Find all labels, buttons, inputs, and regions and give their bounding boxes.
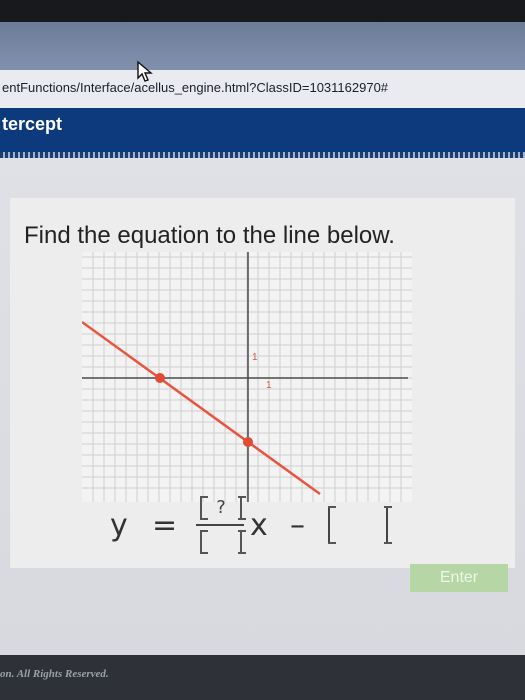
bracket-cap [238, 518, 246, 520]
x-axis-unit-label: 1 [266, 380, 272, 391]
enter-button[interactable]: Enter [410, 564, 508, 592]
equation-variable: x [250, 508, 268, 543]
bracket-cap [200, 530, 208, 532]
footer-copyright: on. All Rights Reserved. [0, 668, 109, 680]
bracket-cap [328, 542, 336, 544]
address-bar-url: entFunctions/Interface/acellus_engine.ht… [2, 80, 389, 95]
bracket-cap [200, 552, 208, 554]
equation-equals: = [152, 508, 178, 543]
coordinate-graph: 1 1 [82, 252, 412, 502]
question-prompt: Find the equation to the line below. [24, 222, 395, 249]
y-axis-unit-label: 1 [252, 352, 258, 363]
slope-numerator-input[interactable]: ? [200, 496, 246, 520]
screen-bezel [0, 0, 525, 22]
x-intercept-point [155, 373, 165, 383]
equation-operator: – [290, 508, 305, 543]
page-title: tercept [2, 114, 63, 134]
slope-fraction: ? [196, 496, 246, 556]
browser-chrome [0, 22, 525, 70]
intercept-input[interactable] [328, 506, 392, 544]
y-intercept-point [243, 437, 253, 447]
bracket-cap [238, 530, 246, 532]
bracket-cap [384, 542, 392, 544]
bracket-cap [384, 506, 392, 508]
slope-denominator-input[interactable] [200, 530, 246, 554]
mouse-cursor-icon [137, 60, 153, 82]
bracket-cap [238, 552, 246, 554]
equation-lhs: y [110, 508, 128, 543]
fraction-bar [196, 524, 244, 526]
bracket-cap [328, 506, 336, 508]
bracket-cap [200, 518, 208, 520]
course-header [0, 108, 525, 152]
bracket-cap [200, 496, 208, 498]
bracket-cap [238, 496, 246, 498]
